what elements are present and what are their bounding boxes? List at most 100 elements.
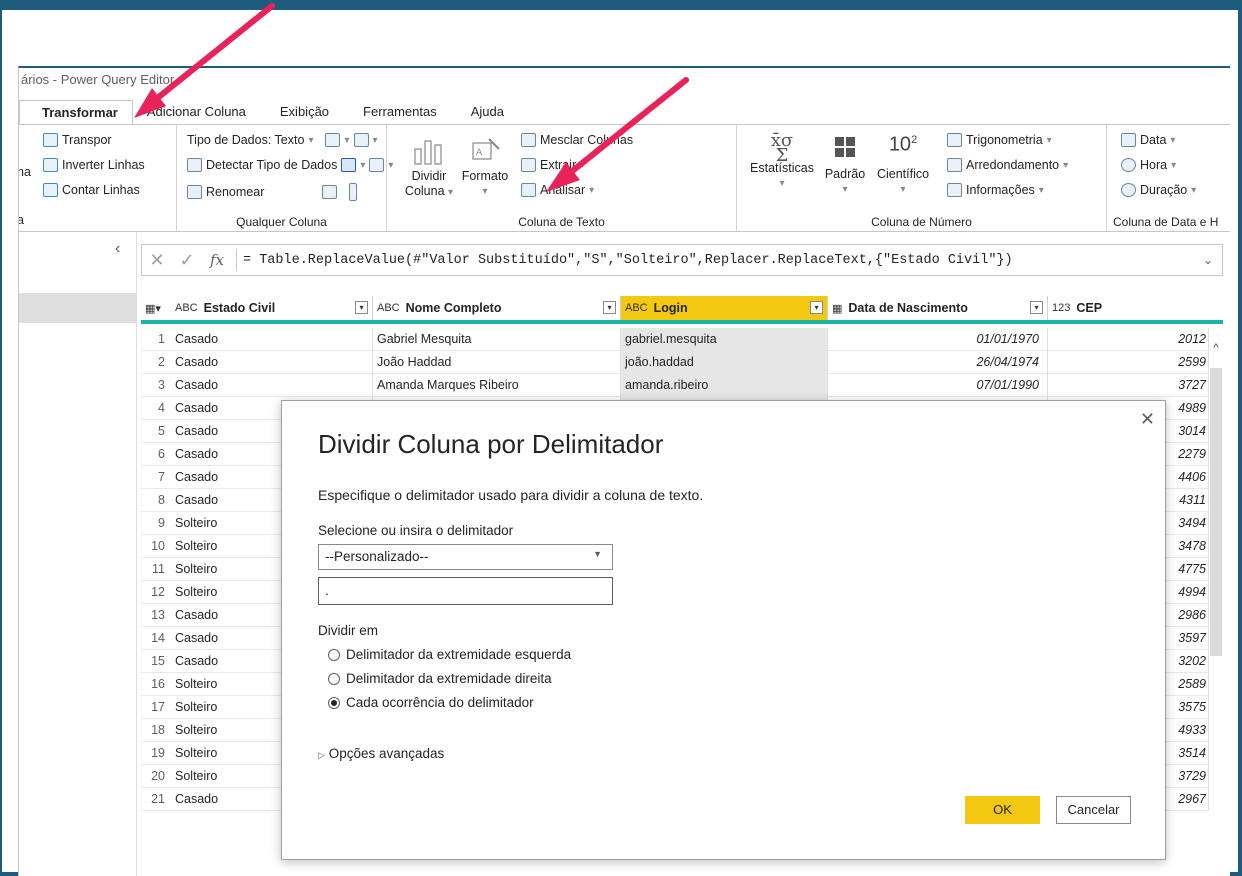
filter-dropdown-icon[interactable]: ▾ <box>603 301 616 314</box>
merge-columns-button[interactable]: Mesclar Colunas <box>521 133 633 147</box>
detect-data-type-button[interactable]: Detectar Tipo de Dados ▾ ▾ <box>187 158 393 172</box>
delimiter-input[interactable]: . <box>318 577 613 605</box>
cell-i[interactable]: 2 <box>141 351 171 374</box>
cell-cep[interactable]: 3727 <box>1048 374 1209 397</box>
vertical-scrollbar[interactable]: ^ <box>1209 326 1223 876</box>
cell-i[interactable]: 4 <box>141 397 171 420</box>
cell-nome[interactable]: Amanda Marques Ribeiro <box>373 374 621 397</box>
reverse-rows-button[interactable]: Inverter Linhas <box>43 158 145 172</box>
fill-icon[interactable] <box>353 133 369 147</box>
cell-ec[interactable]: Casado <box>171 374 373 397</box>
scroll-up-icon[interactable]: ^ <box>1209 342 1223 354</box>
table-row[interactable]: 1 Casado Gabriel Mesquita gabriel.mesquita 0… <box>141 328 1223 351</box>
scientific-button[interactable]: 102 Científico ▾ <box>873 133 933 197</box>
cell-i[interactable]: 21 <box>141 788 171 811</box>
date-button[interactable]: Data ▾ <box>1121 133 1175 147</box>
duration-button[interactable]: Duração ▾ <box>1121 183 1196 197</box>
information-button[interactable]: Informações ▾ <box>947 183 1044 197</box>
tab-ferramentas[interactable]: Ferramentas <box>343 100 451 124</box>
filter-dropdown-icon[interactable]: ▾ <box>1030 301 1043 314</box>
cancel-formula-icon[interactable]: ✕ <box>142 250 172 271</box>
standard-button[interactable]: Padrão ▾ <box>819 133 871 197</box>
cell-i[interactable]: 1 <box>141 328 171 351</box>
cell-i[interactable]: 19 <box>141 742 171 765</box>
data-type-dropdown[interactable]: Tipo de Dados: Texto ▾ ▾ ▾ <box>187 133 378 147</box>
rename-button[interactable]: Renomear <box>187 183 358 201</box>
tab-transformar[interactable]: Transformar <box>19 100 133 124</box>
selected-query-item[interactable] <box>19 293 137 323</box>
cell-ec[interactable]: Casado <box>171 328 373 351</box>
expand-formula-icon[interactable]: ⌄ <box>1194 253 1222 267</box>
extract-button[interactable]: Extrair ▾ <box>521 158 585 172</box>
cell-login[interactable]: gabriel.mesquita <box>621 328 828 351</box>
cell-i[interactable]: 18 <box>141 719 171 742</box>
convert-list-icon[interactable] <box>349 183 358 201</box>
tab-ajuda[interactable]: Ajuda <box>451 100 518 124</box>
transpose-button[interactable]: Transpor <box>43 133 112 147</box>
table-row[interactable]: 3 Casado Amanda Marques Ribeiro amanda.ribe… <box>141 374 1223 397</box>
cell-i[interactable]: 12 <box>141 581 171 604</box>
pivot-icon[interactable] <box>369 158 385 172</box>
cell-i[interactable]: 6 <box>141 443 171 466</box>
ok-button[interactable]: OK <box>965 796 1040 824</box>
chevron-down-icon: ▾ <box>344 134 350 146</box>
tab-adicionar-coluna[interactable]: Adicionar Coluna <box>133 100 260 124</box>
cell-ec[interactable]: Casado <box>171 351 373 374</box>
trigonometry-button[interactable]: Trigonometria ▾ <box>947 133 1052 147</box>
cell-i[interactable]: 20 <box>141 765 171 788</box>
close-icon[interactable]: ✕ <box>1140 409 1155 430</box>
scrollbar-thumb[interactable] <box>1210 368 1222 656</box>
column-header-data-nascimento[interactable]: ▦ Data de Nascimento ▾ <box>828 296 1048 320</box>
radio-right-delimiter[interactable]: Delimitador da extremidade direita <box>328 671 552 686</box>
cancel-button[interactable]: Cancelar <box>1056 796 1131 824</box>
cell-i[interactable]: 14 <box>141 627 171 650</box>
column-header-cep[interactable]: 123 CEP <box>1048 296 1223 320</box>
cell-cep[interactable]: 2599 <box>1048 351 1209 374</box>
cell-login[interactable]: joão.haddad <box>621 351 828 374</box>
column-header-estado-civil[interactable]: ABC Estado Civil ▾ <box>171 296 373 320</box>
fill-down-icon[interactable] <box>341 158 357 172</box>
cell-i[interactable]: 15 <box>141 650 171 673</box>
fx-icon: fx <box>209 251 224 269</box>
cell-data[interactable]: 01/01/1970 <box>828 328 1048 351</box>
table-row[interactable]: 2 Casado João Haddad joão.haddad 26/04/1974 2… <box>141 351 1223 374</box>
cell-data[interactable]: 07/01/1990 <box>828 374 1048 397</box>
filter-dropdown-icon[interactable]: ▾ <box>810 301 823 314</box>
radio-left-delimiter[interactable]: Delimitador da extremidade esquerda <box>328 647 571 662</box>
split-column-button[interactable]: Dividir Coluna ▾ <box>403 135 455 200</box>
cell-i[interactable]: 17 <box>141 696 171 719</box>
cell-i[interactable]: 3 <box>141 374 171 397</box>
cell-i[interactable]: 10 <box>141 535 171 558</box>
cell-nome[interactable]: João Haddad <box>373 351 621 374</box>
delimiter-select[interactable]: --Personalizado-- ▼ <box>318 544 613 570</box>
tab-exibicao[interactable]: Exibição <box>260 100 343 124</box>
radio-each-occurrence[interactable]: Cada ocorrência do delimitador <box>328 695 534 710</box>
cell-i[interactable]: 16 <box>141 673 171 696</box>
filter-dropdown-icon[interactable]: ▾ <box>355 301 368 314</box>
collapse-pane-icon[interactable]: ‹ <box>115 240 120 258</box>
cell-i[interactable]: 7 <box>141 466 171 489</box>
cell-nome[interactable]: Gabriel Mesquita <box>373 328 621 351</box>
cell-i[interactable]: 9 <box>141 512 171 535</box>
commit-formula-icon[interactable]: ✓ <box>172 250 202 271</box>
advanced-options-toggle[interactable]: ▷ Opções avançadas <box>318 746 444 761</box>
parse-button[interactable]: Analisar ▾ <box>521 183 594 197</box>
replace-values-icon[interactable] <box>325 133 341 147</box>
format-button[interactable]: A Formato ▾ <box>459 135 511 199</box>
cell-i[interactable]: 13 <box>141 604 171 627</box>
count-rows-button[interactable]: Contar Linhas <box>43 183 140 197</box>
cell-i[interactable]: 8 <box>141 489 171 512</box>
cell-i[interactable]: 5 <box>141 420 171 443</box>
cell-cep[interactable]: 2012 <box>1048 328 1209 351</box>
move-icon[interactable] <box>322 185 338 199</box>
column-header-nome-completo[interactable]: ABC Nome Completo ▾ <box>373 296 621 320</box>
formula-input[interactable]: = Table.ReplaceValue(#"Valor Substituído… <box>243 253 1194 268</box>
rounding-button[interactable]: Arredondamento ▾ <box>947 158 1068 172</box>
statistics-button[interactable]: x̄σ Σ Estatísticas ▾ <box>745 132 819 191</box>
count-rows-icon <box>43 183 58 197</box>
column-header-login[interactable]: ABC Login ▾ <box>621 296 828 320</box>
cell-data[interactable]: 26/04/1974 <box>828 351 1048 374</box>
cell-i[interactable]: 11 <box>141 558 171 581</box>
time-button[interactable]: Hora ▾ <box>1121 158 1176 172</box>
cell-login[interactable]: amanda.ribeiro <box>621 374 828 397</box>
